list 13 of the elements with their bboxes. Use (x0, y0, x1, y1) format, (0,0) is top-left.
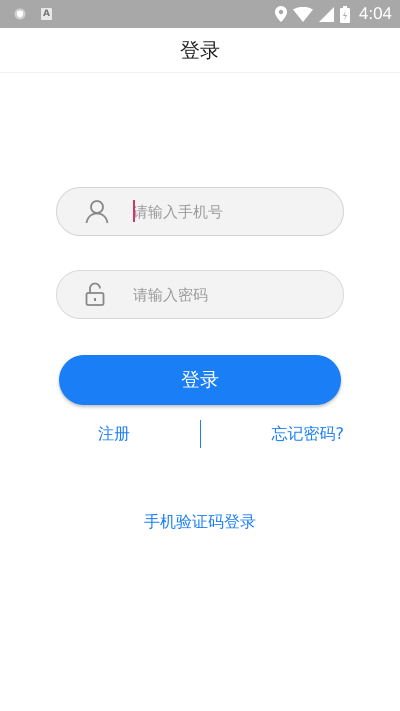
text-link[interactable]: 注册 (98, 424, 130, 444)
clock-time: 4:04 (358, 4, 392, 24)
shield-icon (14, 8, 26, 20)
battery-icon (340, 6, 350, 22)
wifi-icon (292, 6, 313, 22)
location-icon (274, 6, 287, 22)
page-title: 登录 (180, 36, 220, 64)
sms-login-link[interactable]: 手机验证码登录 (144, 512, 256, 533)
text-link[interactable]: 忘记密码? (272, 424, 344, 444)
input-field[interactable]: 请输入密码 (56, 270, 344, 319)
keyboard-icon: A (41, 8, 52, 20)
signal-icon (318, 6, 334, 22)
login-button[interactable]: 登录 (59, 355, 341, 405)
